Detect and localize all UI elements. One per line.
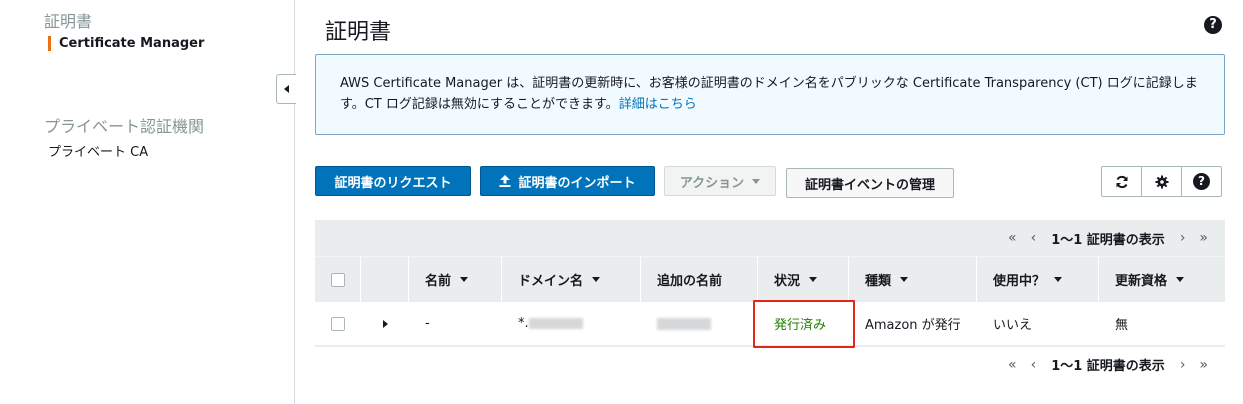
select-all-checkbox[interactable] — [331, 272, 345, 287]
redacted-additional-names — [657, 317, 711, 330]
last-page-button[interactable]: » — [1199, 357, 1208, 373]
row-select-cell — [315, 302, 361, 345]
manage-events-label: 証明書イベントの管理 — [804, 177, 935, 193]
pagination-top: « ‹ 1〜1 証明書の表示 › » — [315, 220, 1225, 256]
sort-caret-icon — [1054, 277, 1063, 282]
sidebar-section-certificates[interactable]: 証明書 — [44, 8, 92, 32]
status-highlight-box — [753, 300, 855, 348]
info-text: AWS Certificate Manager は、証明書の更新時に、お客様の証… — [340, 76, 1198, 112]
domain-prefix: *. — [518, 316, 529, 331]
column-header-domain[interactable]: ドメイン名 — [502, 257, 641, 302]
last-page-button[interactable]: » — [1199, 230, 1208, 246]
column-domain-label: ドメイン名 — [518, 274, 584, 289]
request-certificate-label: 証明書のリクエスト — [334, 175, 452, 191]
sort-caret-icon — [592, 277, 601, 282]
sort-caret-icon — [809, 277, 818, 282]
column-additional-label: 追加の名前 — [657, 274, 723, 289]
column-header-in-use[interactable]: 使用中？ — [977, 257, 1099, 302]
column-type-label: 種類 — [865, 274, 892, 289]
column-header-status[interactable]: 状況 — [758, 257, 849, 302]
gear-icon — [1155, 175, 1168, 188]
chevron-left-icon — [284, 85, 289, 93]
page-root: 証明書 Certificate Manager プライベート認証機関 プライベー… — [0, 0, 1243, 404]
settings-button[interactable] — [1141, 166, 1182, 197]
actions-label: アクション — [679, 175, 745, 191]
import-certificate-label: 証明書のインポート — [518, 175, 636, 191]
upload-icon — [499, 175, 511, 187]
cell-in-use: いいえ — [993, 318, 1033, 333]
next-page-button[interactable]: › — [1180, 230, 1186, 246]
caret-down-icon — [752, 178, 761, 184]
first-page-button[interactable]: « — [1008, 230, 1017, 246]
sidebar-collapse-button[interactable] — [276, 74, 296, 104]
actions-dropdown[interactable]: アクション — [664, 166, 776, 196]
cell-type: Amazon が発行 — [865, 318, 961, 333]
sort-caret-icon — [900, 277, 909, 282]
column-renewal-label: 更新資格 — [1115, 274, 1168, 289]
help-icon[interactable]: ? — [1204, 16, 1222, 34]
row-expand-cell[interactable] — [361, 302, 409, 345]
cell-name: - — [425, 316, 430, 331]
table-actions-group: ? — [1101, 166, 1222, 197]
expand-row-icon[interactable] — [383, 319, 388, 328]
sidebar-item-private-ca[interactable]: プライベート CA — [48, 141, 148, 160]
column-status-label: 状況 — [774, 274, 801, 289]
learn-more-link[interactable]: 詳細はこちら — [619, 97, 697, 112]
info-alert: AWS Certificate Manager は、証明書の更新時に、お客様の証… — [315, 54, 1225, 135]
request-certificate-button[interactable]: 証明書のリクエスト — [315, 166, 471, 196]
select-all-cell — [315, 257, 361, 302]
cell-additional-names — [641, 302, 758, 345]
column-header-name[interactable]: 名前 — [409, 257, 502, 302]
cell-domain: *. — [502, 302, 641, 345]
page-title: 証明書 — [325, 20, 392, 45]
row-checkbox[interactable] — [331, 316, 345, 331]
pagination-bottom: « ‹ 1〜1 証明書の表示 › » — [315, 346, 1225, 382]
column-header-type[interactable]: 種類 — [849, 257, 977, 302]
cell-renewal-eligibility: 無 — [1115, 318, 1129, 333]
table-help-button[interactable]: ? — [1181, 166, 1222, 197]
help-icon: ? — [1193, 173, 1210, 190]
import-certificate-button[interactable]: 証明書のインポート — [480, 166, 655, 196]
column-in-use-label: 使用中？ — [993, 274, 1046, 289]
pagination-summary: 1〜1 証明書の表示 — [1051, 232, 1165, 248]
redacted-domain — [528, 318, 583, 329]
column-header-renewal-eligibility[interactable]: 更新資格 — [1099, 257, 1225, 302]
first-page-button[interactable]: « — [1008, 357, 1017, 373]
refresh-button[interactable] — [1101, 166, 1142, 197]
expand-header-cell — [361, 257, 409, 302]
sort-caret-icon — [1176, 277, 1185, 282]
prev-page-button[interactable]: ‹ — [1031, 357, 1037, 373]
column-name-label: 名前 — [425, 274, 452, 289]
sidebar-section-private-ca[interactable]: プライベート認証機関 — [44, 113, 204, 137]
prev-page-button[interactable]: ‹ — [1031, 230, 1037, 246]
refresh-icon — [1116, 175, 1127, 188]
manage-certificate-events-button[interactable]: 証明書イベントの管理 — [786, 168, 954, 198]
next-page-button[interactable]: › — [1180, 357, 1186, 373]
sidebar-item-certificate-manager[interactable]: Certificate Manager — [48, 36, 204, 51]
pagination-summary: 1〜1 証明書の表示 — [1051, 359, 1165, 374]
sidebar: 証明書 Certificate Manager プライベート認証機関 プライベー… — [0, 0, 295, 404]
column-header-additional-names: 追加の名前 — [641, 257, 758, 302]
sort-caret-icon — [460, 277, 469, 282]
table-header: 名前 ドメイン名 追加の名前 状況 種類 使用中？ 更新資格 — [315, 256, 1225, 302]
